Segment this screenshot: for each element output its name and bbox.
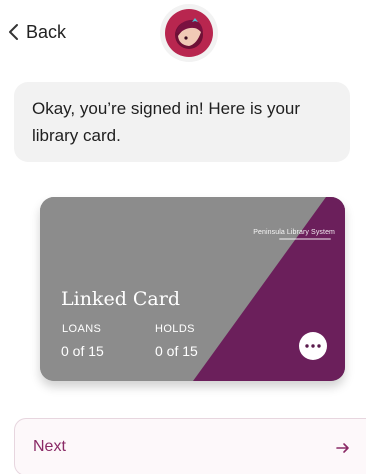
message-text: Okay, you’re signed in! Here is your lib… <box>32 99 301 145</box>
arrow-right-icon <box>336 443 349 453</box>
next-button[interactable]: Next <box>14 418 366 474</box>
holds-label: HOLDS <box>155 323 195 335</box>
card-issuer: Peninsula Library System <box>253 229 335 236</box>
more-icon <box>305 344 321 348</box>
card-name: Linked Card <box>61 288 181 310</box>
libby-avatar-icon <box>165 9 213 57</box>
next-label: Next <box>33 438 66 455</box>
card-issuer-subline <box>279 238 331 240</box>
avatar <box>160 4 218 62</box>
page: Back Okay, you’re signed in! Here is you… <box>0 0 367 474</box>
card-more-button[interactable] <box>299 332 327 360</box>
chevron-left-icon <box>9 24 18 40</box>
message-bubble: Okay, you’re signed in! Here is your lib… <box>14 82 350 162</box>
back-label: Back <box>26 21 67 42</box>
holds-value: 0 of 15 <box>155 343 198 359</box>
loans-value: 0 of 15 <box>61 343 104 359</box>
loans-label: LOANS <box>62 323 102 335</box>
back-button[interactable]: Back <box>6 18 66 46</box>
library-card[interactable]: Peninsula Library System Linked Card LOA… <box>40 197 345 381</box>
